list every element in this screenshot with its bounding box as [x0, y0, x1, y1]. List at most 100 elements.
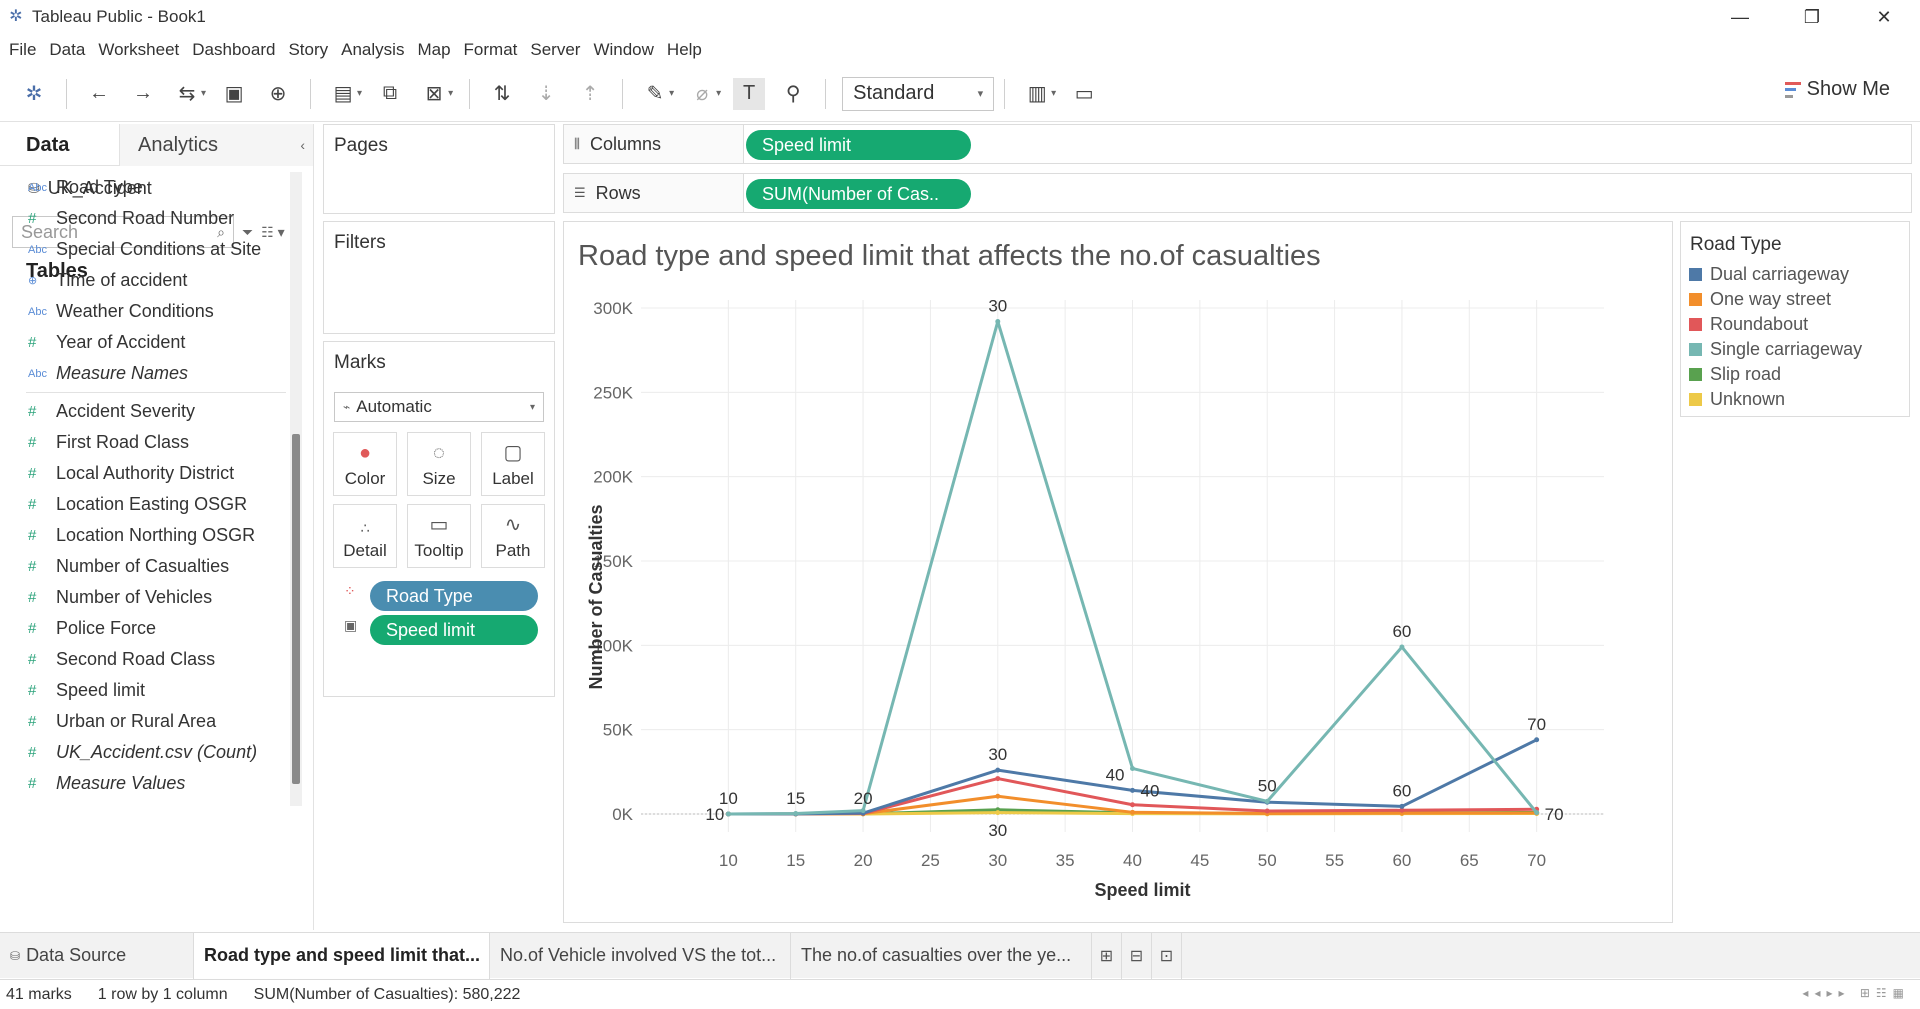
- field-item[interactable]: Abc Road Type: [0, 172, 290, 203]
- numeric-field-icon: #: [28, 527, 37, 544]
- field-item[interactable]: # First Road Class: [0, 427, 290, 458]
- menu-help[interactable]: Help: [667, 40, 702, 60]
- field-name: Number of Vehicles: [56, 587, 213, 607]
- menu-file[interactable]: File: [9, 40, 36, 60]
- swap-rows-columns-icon[interactable]: ⇅: [486, 78, 518, 110]
- field-item[interactable]: # Second Road Number: [0, 203, 290, 234]
- columns-shelf[interactable]: ⫼ Columns Speed limit: [563, 124, 1912, 164]
- mark-type-select[interactable]: ⌁ Automatic ▾: [334, 392, 544, 422]
- field-item[interactable]: # Urban or Rural Area: [0, 706, 290, 737]
- size-button[interactable]: ◌ Size: [407, 432, 471, 496]
- tab-analytics[interactable]: Analytics ‹: [120, 124, 313, 166]
- menu-format[interactable]: Format: [464, 40, 518, 60]
- legend-item[interactable]: Slip road: [1681, 362, 1909, 387]
- field-item[interactable]: # Number of Vehicles: [0, 582, 290, 613]
- detail-button[interactable]: ∴ Detail: [333, 504, 397, 568]
- menu-dashboard[interactable]: Dashboard: [192, 40, 275, 60]
- sheet-tab-1[interactable]: Road type and speed limit that...: [194, 932, 490, 979]
- data-label: 20: [854, 789, 873, 808]
- field-item[interactable]: # Number of Casualties: [0, 551, 290, 582]
- data-point: [860, 808, 866, 814]
- save-icon[interactable]: ▣: [218, 78, 250, 110]
- collapse-pane-icon[interactable]: ‹: [300, 137, 305, 153]
- pages-card[interactable]: Pages: [323, 124, 555, 214]
- field-item[interactable]: # Location Northing OSGR: [0, 520, 290, 551]
- duplicate-sheet-icon[interactable]: ⧉: [374, 78, 406, 110]
- legend-item[interactable]: Unknown: [1681, 387, 1909, 412]
- sheet-tab-3[interactable]: The no.of casualties over the ye...: [791, 932, 1092, 979]
- numeric-field-icon: #: [28, 558, 37, 575]
- menu-map[interactable]: Map: [417, 40, 450, 60]
- x-tick-label: 50: [1258, 851, 1277, 870]
- sort-ascending-icon[interactable]: ⇣: [530, 78, 562, 110]
- new-worksheet-icon[interactable]: ▤: [327, 78, 359, 110]
- fix-axes-icon[interactable]: ⚲: [777, 78, 809, 110]
- field-item[interactable]: # Police Force: [0, 613, 290, 644]
- menu-server[interactable]: Server: [530, 40, 580, 60]
- sheet-navigation-icon[interactable]: ◂◂▸▸ ⊞☷▦: [1802, 986, 1910, 1000]
- scrollbar-thumb[interactable]: [292, 434, 300, 784]
- undo-icon[interactable]: ←: [83, 78, 115, 110]
- restore-button[interactable]: ❐: [1776, 0, 1848, 34]
- legend-item[interactable]: One way street: [1681, 287, 1909, 312]
- redo-icon[interactable]: →: [127, 78, 159, 110]
- field-item[interactable]: ⊕ Time of accident: [0, 265, 290, 296]
- new-datasource-icon[interactable]: ⊕: [262, 78, 294, 110]
- toolbar: ✲ ← → ⇆ ▾ ▣ ⊕ ▤ ▾ ⧉ ⊠ ▾ ⇅ ⇣ ⇡ ✎ ▾ ⌀ ▾ T ⚲ Sta…: [0, 66, 1920, 122]
- rows-shelf[interactable]: ☰ Rows SUM(Number of Cas..: [563, 173, 1912, 213]
- speed-limit-label-pill[interactable]: Speed limit: [370, 615, 538, 645]
- tooltip-button[interactable]: ▭ Tooltip: [407, 504, 471, 568]
- field-item[interactable]: # Accident Severity: [0, 396, 290, 427]
- data-source-tab[interactable]: ⛁ Data Source: [0, 932, 194, 979]
- fit-select[interactable]: Standard ▾: [842, 76, 995, 111]
- field-list-scrollbar[interactable]: [290, 172, 302, 806]
- field-item[interactable]: # Local Authority District: [0, 458, 290, 489]
- show-me-button[interactable]: Show Me: [1784, 78, 1890, 101]
- legend-item[interactable]: Roundabout: [1681, 312, 1909, 337]
- window-title: Tableau Public - Book1: [32, 7, 206, 26]
- field-item[interactable]: # Location Easting OSGR: [0, 489, 290, 520]
- swap-icon[interactable]: ⇆: [171, 78, 203, 110]
- field-item[interactable]: # Second Road Class: [0, 644, 290, 675]
- clear-sheet-icon[interactable]: ⊠: [418, 78, 450, 110]
- tab-data[interactable]: Data: [0, 124, 120, 166]
- string-field-icon: Abc: [28, 181, 47, 194]
- tableau-home-icon[interactable]: ✲: [18, 78, 50, 110]
- field-item[interactable]: Abc Special Conditions at Site: [0, 234, 290, 265]
- rows-pill[interactable]: SUM(Number of Cas..: [746, 179, 971, 209]
- close-button[interactable]: ✕: [1848, 0, 1920, 34]
- filters-card[interactable]: Filters: [323, 221, 555, 334]
- line-chart[interactable]: 10 15 20 25 30 35 40 45 50 55 60 65 700K50K100K150K2…: [564, 222, 1672, 922]
- menu-data[interactable]: Data: [49, 40, 85, 60]
- field-item[interactable]: # Speed limit: [0, 675, 290, 706]
- group-icon[interactable]: ⌀: [686, 78, 718, 110]
- tab-analytics-label: Analytics: [138, 133, 219, 156]
- minimize-button[interactable]: —: [1704, 0, 1776, 34]
- field-item[interactable]: Abc Measure Names: [0, 358, 290, 389]
- menu-worksheet[interactable]: Worksheet: [98, 40, 179, 60]
- field-item[interactable]: Abc Weather Conditions: [0, 296, 290, 327]
- show-cards-icon[interactable]: ▥: [1021, 78, 1053, 110]
- columns-pill[interactable]: Speed limit: [746, 130, 971, 160]
- label-button[interactable]: ▢ Label: [481, 432, 545, 496]
- field-item[interactable]: # Year of Accident: [0, 327, 290, 358]
- color-button[interactable]: ● Color: [333, 432, 397, 496]
- new-story-tab-icon[interactable]: ⊡: [1152, 932, 1182, 979]
- field-item[interactable]: # Measure Values: [0, 768, 290, 799]
- new-dashboard-tab-icon[interactable]: ⊟: [1122, 932, 1152, 979]
- road-type-pill[interactable]: Road Type: [370, 581, 538, 611]
- legend-item[interactable]: Dual carriageway: [1681, 262, 1909, 287]
- show-labels-icon[interactable]: T: [733, 77, 766, 110]
- field-item[interactable]: # UK_Accident.csv (Count): [0, 737, 290, 768]
- new-worksheet-tab-icon[interactable]: ⊞: [1092, 932, 1122, 979]
- presentation-mode-icon[interactable]: ▭: [1068, 78, 1100, 110]
- path-button[interactable]: ∿ Path: [481, 504, 545, 568]
- sheet-tab-2[interactable]: No.of Vehicle involved VS the tot...: [490, 932, 791, 979]
- sort-descending-icon[interactable]: ⇡: [574, 78, 606, 110]
- highlight-icon[interactable]: ✎: [639, 78, 671, 110]
- menu-window[interactable]: Window: [593, 40, 653, 60]
- legend-item[interactable]: Single carriageway: [1681, 337, 1909, 362]
- data-label: 40: [1106, 765, 1125, 784]
- menu-story[interactable]: Story: [288, 40, 328, 60]
- menu-analysis[interactable]: Analysis: [341, 40, 404, 60]
